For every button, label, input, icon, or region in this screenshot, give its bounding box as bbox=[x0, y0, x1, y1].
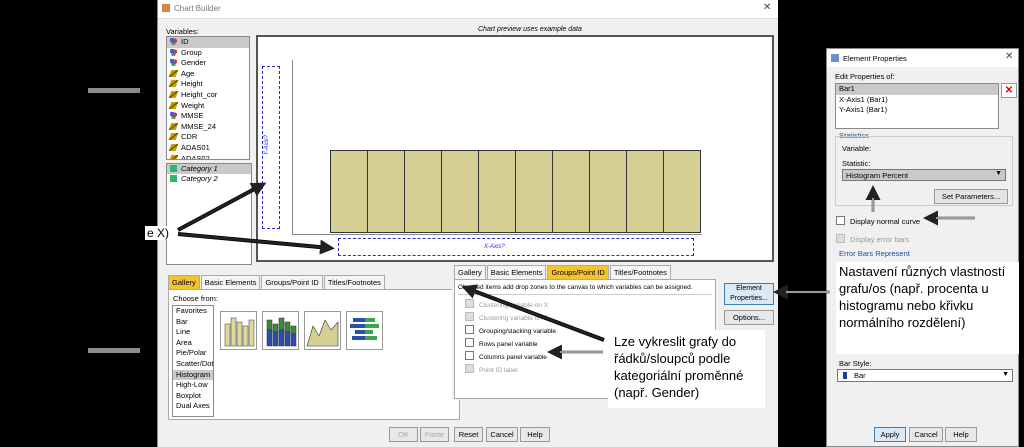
annotation-arrows bbox=[177, 182, 975, 360]
